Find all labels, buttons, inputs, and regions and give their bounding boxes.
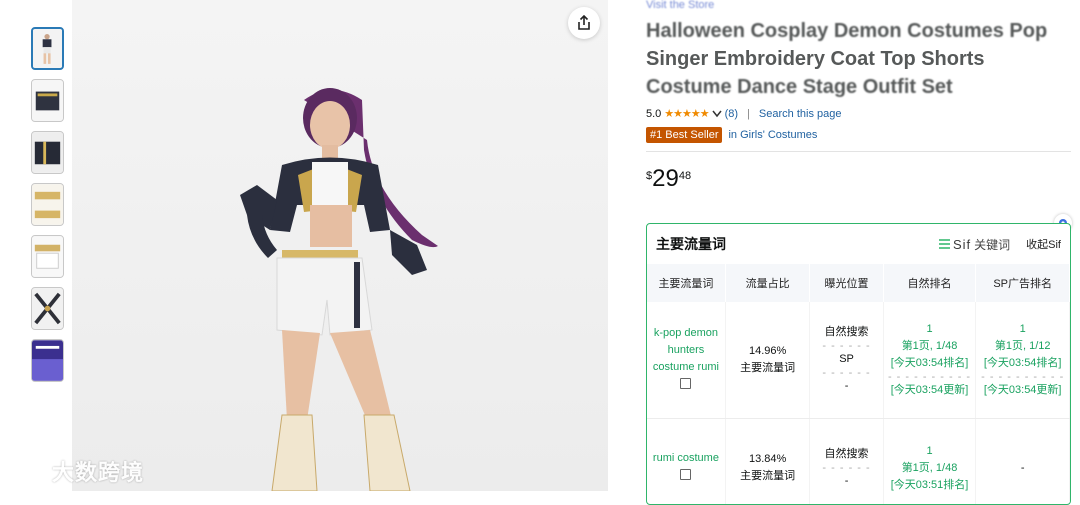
watermark-text: 大数跨境 <box>52 460 145 485</box>
natural-rank: 1 <box>926 444 933 457</box>
separator: | <box>747 107 750 120</box>
product-info: Visit the Store Halloween Cosplay Demon … <box>646 0 1071 192</box>
natural-rank-cell: 1 第1页, 1/48 [今天03:51排名] <box>883 418 977 504</box>
sp-rank-cell: - <box>975 418 1070 504</box>
sp-rank: - <box>1020 461 1025 474</box>
price-whole: 29 <box>652 165 679 192</box>
keyword-link[interactable]: rumi costume <box>649 450 723 467</box>
column-header: 主要流量词 <box>647 264 726 302</box>
panel-header: 主要流量词 Sif 关键词 收起Sif <box>647 224 1070 264</box>
table-row: rumi costume 13.84% 主要流量词 自然搜索 - - - - -… <box>647 418 1070 504</box>
main-product-image[interactable] <box>72 0 608 491</box>
dash-divider: - - - - - - - - - - <box>981 370 1065 383</box>
keyword-panel: 主要流量词 Sif 关键词 收起Sif 主要流量词 流量占比 曝光位置 自然排名… <box>646 223 1071 505</box>
column-header: 曝光位置 <box>809 264 884 302</box>
sif-label: Sif <box>952 236 972 252</box>
rating-value: 5.0 <box>646 107 662 120</box>
dash-divider: - - - - - - <box>822 462 871 474</box>
dash-divider: - - - - - - - - - - <box>887 370 972 383</box>
sif-keywords-button[interactable]: Sif 关键词 <box>938 236 1011 253</box>
natural-rank-cell: 1 第1页, 1/48 [今天03:54排名] - - - - - - - - … <box>883 302 977 419</box>
natural-rank: 1 <box>926 322 933 335</box>
title-line-3: Costume Dance Stage Outfit Set <box>646 76 953 98</box>
panel-title: 主要流量词 <box>656 236 726 252</box>
natural-update: [今天03:54更新] <box>890 383 969 396</box>
share-cell: 13.84% 主要流量词 <box>725 418 811 504</box>
share-button[interactable] <box>568 7 600 39</box>
sp-rank-cell: 1 第1页, 1/12 [今天03:54排名] - - - - - - - - … <box>975 302 1070 419</box>
exposure-sp: SP <box>839 353 854 366</box>
share-tag: 主要流量词 <box>740 470 796 482</box>
copy-icon[interactable] <box>680 469 692 480</box>
exposure-other: - <box>844 380 849 393</box>
exposure-sp: - <box>844 475 849 487</box>
share-value: 14.96% <box>748 344 787 357</box>
thumbnail-3[interactable] <box>31 131 64 174</box>
thumbnail-strip <box>31 27 67 391</box>
title-line-1: Halloween Cosplay Demon Costumes Pop <box>646 20 1048 42</box>
best-seller-badge[interactable]: #1 Best Seller <box>646 127 723 143</box>
thumbnail-7[interactable] <box>31 339 64 382</box>
keyword-cell: k-pop demon hunters costume rumi <box>647 302 726 419</box>
column-header: 流量占比 <box>725 264 811 302</box>
chevron-down-icon[interactable] <box>712 110 722 118</box>
column-header: SP广告排名 <box>975 264 1070 302</box>
keyword-cell: rumi costume <box>647 418 726 504</box>
exposure-cell: 自然搜索 - - - - - - SP - - - - - - - <box>809 302 884 419</box>
review-count-link[interactable]: (8) <box>725 108 738 120</box>
natural-page: 第1页, 1/48 <box>901 461 958 474</box>
sp-rank: 1 <box>1019 322 1026 335</box>
table-row: k-pop demon hunters costume rumi 14.96% … <box>647 302 1070 419</box>
exposure-organic: 自然搜索 <box>824 448 869 460</box>
thumbnail-5[interactable] <box>31 235 64 278</box>
thumbnail-4[interactable] <box>31 183 64 226</box>
star-rating-icon[interactable]: ★★★★★ <box>664 107 709 120</box>
price-fraction: 48 <box>678 170 692 182</box>
best-seller-row: #1 Best Seller in Girls' Costumes <box>646 127 1071 143</box>
watermark: 大数跨境 <box>8 455 144 487</box>
thumbnail-2[interactable] <box>31 79 64 122</box>
share-tag: 主要流量词 <box>740 361 796 374</box>
exposure-cell: 自然搜索 - - - - - - - <box>809 418 884 504</box>
column-header: 自然排名 <box>883 264 977 302</box>
sif-suffix: 关键词 <box>974 237 1011 252</box>
natural-page: 第1页, 1/48 <box>901 339 958 352</box>
share-icon <box>578 15 590 30</box>
sp-page: 第1页, 1/12 <box>994 339 1051 352</box>
natural-time: [今天03:54排名] <box>890 356 969 369</box>
table-header-row: 主要流量词 流量占比 曝光位置 自然排名 SP广告排名 <box>647 264 1070 302</box>
copy-icon[interactable] <box>680 377 692 389</box>
watermark-logo-icon <box>9 459 46 482</box>
price: $ 29 48 <box>646 166 1071 192</box>
rating-row: 5.0 ★★★★★ (8) | Search this page <box>646 107 1071 121</box>
product-title: Halloween Cosplay Demon Costumes Pop Sin… <box>646 17 1071 101</box>
brand-link[interactable]: Visit the Store <box>646 0 1071 11</box>
category-link[interactable]: in Girls' Costumes <box>728 129 817 141</box>
divider <box>646 151 1071 152</box>
exposure-organic: 自然搜索 <box>824 326 869 339</box>
title-line-2: Singer Embroidery Coat Top Shorts <box>646 48 985 70</box>
sp-time: [今天03:54排名] <box>983 356 1062 369</box>
thumbnail-1[interactable] <box>31 27 64 70</box>
dash-divider: - - - - - - <box>822 367 871 380</box>
keyword-table: 主要流量词 流量占比 曝光位置 自然排名 SP广告排名 k-pop demon … <box>647 264 1070 504</box>
collapse-sif-button[interactable]: 收起Sif <box>1026 236 1061 252</box>
keyword-link[interactable]: k-pop demon hunters costume rumi <box>649 325 723 376</box>
thumbnail-6[interactable] <box>31 287 64 330</box>
share-value: 13.84% <box>748 453 787 465</box>
search-this-page-link[interactable]: Search this page <box>759 108 842 120</box>
list-icon <box>938 239 950 249</box>
dash-divider: - - - - - - <box>822 340 871 353</box>
sp-update: [今天03:54更新] <box>983 383 1062 396</box>
share-cell: 14.96% 主要流量词 <box>725 302 811 419</box>
